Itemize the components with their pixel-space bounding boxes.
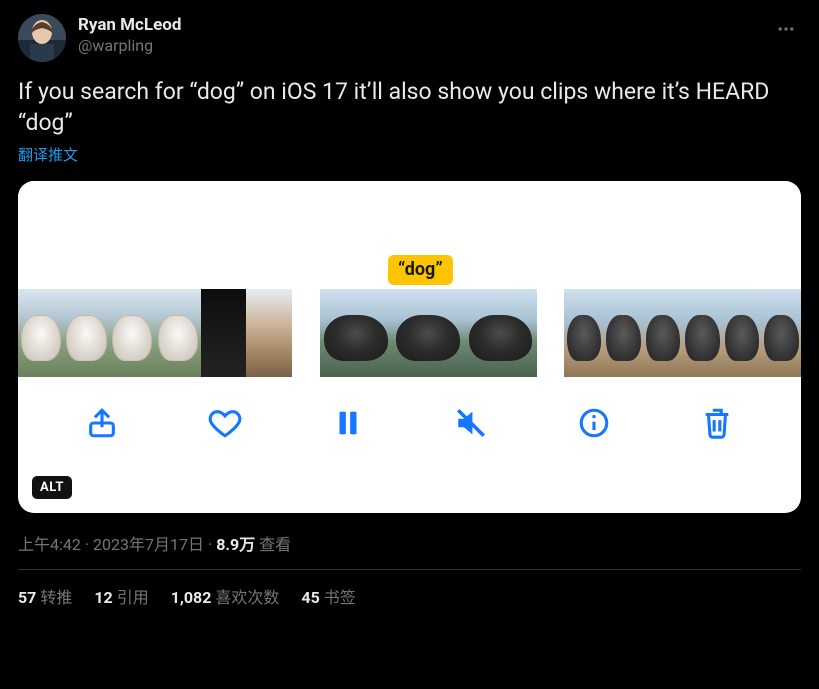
thumbnail (155, 289, 201, 377)
share-icon[interactable] (82, 403, 122, 443)
thumbnail (109, 289, 155, 377)
likes-stat[interactable]: 1,082喜欢次数 (171, 584, 280, 608)
tweet-date[interactable]: 2023年7月17日 (93, 535, 204, 554)
thumbnail (564, 289, 603, 377)
display-name[interactable]: Ryan McLeod (78, 14, 181, 36)
thumbnail (762, 289, 801, 377)
user-handle[interactable]: @warpling (78, 36, 181, 57)
views-label: 查看 (259, 535, 291, 554)
thumbnail (392, 289, 464, 377)
avatar[interactable] (18, 14, 66, 62)
search-term-tooltip: “dog” (388, 255, 453, 285)
more-options-button[interactable] (769, 12, 803, 46)
tweet-meta: 上午4:42·2023年7月17日·8.9万 查看 (18, 531, 801, 555)
thumbnail (201, 289, 247, 377)
thumbnail (643, 289, 682, 377)
media-toolbar (18, 377, 801, 469)
thumbnail (683, 289, 722, 377)
thumbnail (64, 289, 110, 377)
clip-thumbnails-row (18, 289, 801, 377)
info-icon[interactable] (574, 403, 614, 443)
divider (18, 569, 801, 570)
views-count[interactable]: 8.9万 (216, 535, 255, 554)
pause-icon[interactable] (328, 403, 368, 443)
heart-icon[interactable] (205, 403, 245, 443)
user-block: Ryan McLeod @warpling (78, 14, 181, 57)
bookmarks-stat[interactable]: 45书签 (301, 584, 355, 608)
tweet-container: Ryan McLeod @warpling If you search for … (0, 0, 819, 618)
mute-icon[interactable] (451, 403, 491, 443)
thumbnail (464, 289, 536, 377)
thumbnail (604, 289, 643, 377)
media-header-area: “dog” (18, 181, 801, 289)
clip-group[interactable] (564, 289, 801, 377)
quotes-stat[interactable]: 12引用 (94, 584, 148, 608)
thumbnail (722, 289, 761, 377)
tweet-header: Ryan McLeod @warpling (18, 14, 801, 62)
stats-row: 57转推 12引用 1,082喜欢次数 45书签 (18, 584, 801, 608)
alt-badge[interactable]: ALT (32, 476, 72, 499)
tweet-time[interactable]: 上午4:42 (18, 535, 81, 554)
clip-group[interactable] (320, 289, 537, 377)
tweet-text: If you search for “dog” on iOS 17 it’ll … (18, 76, 801, 138)
media-attachment[interactable]: “dog” (18, 181, 801, 513)
thumbnail (320, 289, 392, 377)
translate-link[interactable]: 翻译推文 (18, 144, 78, 165)
trash-icon[interactable] (697, 403, 737, 443)
thumbnail (18, 289, 64, 377)
clip-group[interactable] (18, 289, 292, 377)
retweets-stat[interactable]: 57转推 (18, 584, 72, 608)
thumbnail (246, 289, 292, 377)
